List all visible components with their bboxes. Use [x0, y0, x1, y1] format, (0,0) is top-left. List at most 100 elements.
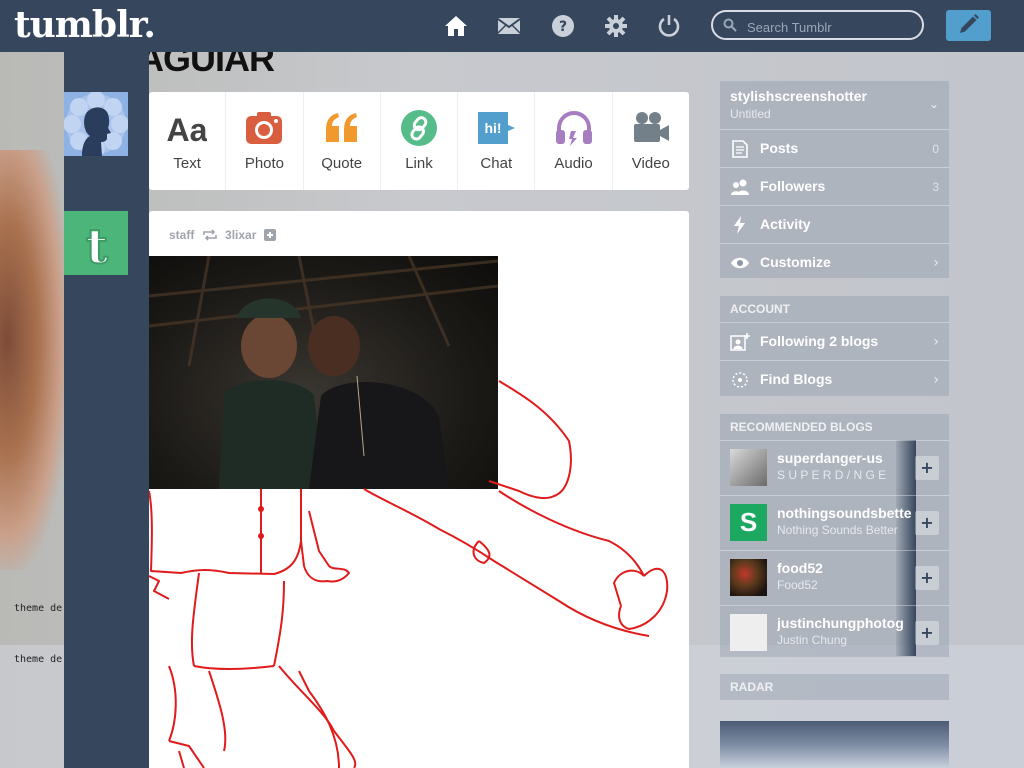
recommended-blog-name[interactable]: nothingsoundsbetter — [777, 505, 912, 521]
account-panel: ACCOUNT Following 2 blogs › Find Blogs › — [720, 296, 949, 396]
following-icon — [730, 333, 750, 351]
follow-plus-button[interactable]: + — [915, 621, 939, 645]
recommended-blog-avatar[interactable] — [730, 449, 767, 486]
radar-post-image[interactable] — [720, 721, 949, 768]
pencil-icon — [960, 14, 979, 33]
camera-icon — [246, 112, 283, 144]
account-section-title: ACCOUNT — [730, 302, 790, 316]
sidebar-item-label: Followers — [760, 178, 826, 194]
sidebar-item-followers[interactable]: Followers 3 — [720, 167, 949, 205]
posts-icon — [732, 140, 748, 158]
radar-panel: RADAR — [720, 674, 949, 700]
sidebar-item-activity[interactable]: Activity — [720, 205, 949, 243]
follow-plus-button[interactable]: + — [915, 566, 939, 590]
recommended-blog-row[interactable]: superdanger-us S U P E R D / N G E + — [720, 440, 949, 495]
post-quote-button[interactable]: Quote — [304, 92, 381, 190]
sidebar-item-find-blogs[interactable]: Find Blogs › — [720, 360, 949, 398]
recommended-blog-name[interactable]: food52 — [777, 560, 912, 576]
blog-info-panel: stylishscreenshotter Untitled ⌄ Posts 0 … — [720, 81, 949, 278]
recommended-blog-subtitle: Justin Chung — [777, 633, 848, 647]
chevron-right-icon: › — [933, 372, 939, 388]
tumblr-logo[interactable]: tumblr. — [14, 4, 156, 46]
recommended-blog-row[interactable]: food52 Food52 + — [720, 550, 949, 605]
post-link-label: Link — [405, 155, 433, 172]
dashboard-post: staff 3lixar — [149, 211, 689, 768]
followers-icon — [731, 179, 749, 195]
home-icon[interactable] — [444, 14, 468, 38]
post-audio-button[interactable]: Audio — [535, 92, 613, 190]
post-text-label: Text — [173, 155, 201, 172]
sidebar-item-following[interactable]: Following 2 blogs › — [720, 322, 949, 360]
post-text-button[interactable]: Aa Text — [149, 92, 227, 190]
svg-text:t: t — [86, 219, 108, 275]
blog-name[interactable]: stylishscreenshotter — [730, 88, 867, 104]
quote-icon — [325, 113, 357, 142]
follow-plus-button[interactable]: + — [915, 456, 939, 480]
sidebar-item-label: Activity — [760, 216, 811, 232]
text-icon: Aa — [167, 112, 207, 148]
radar-section-title: RADAR — [730, 680, 774, 694]
post-video-label: Video — [631, 155, 670, 172]
search-box[interactable] — [711, 10, 924, 40]
compose-post-button[interactable] — [946, 10, 991, 41]
svg-text:hi!: hi! — [485, 120, 502, 136]
followers-count: 3 — [932, 180, 939, 194]
user-avatar[interactable] — [64, 92, 128, 156]
top-navigation-bar: tumblr. ? — [0, 0, 1024, 52]
post-video-button[interactable]: Video — [613, 92, 689, 190]
video-camera-icon — [633, 112, 669, 142]
sidebar-item-label: Find Blogs — [760, 371, 833, 387]
help-icon[interactable]: ? — [551, 14, 575, 38]
search-icon — [723, 18, 737, 32]
default-avatar-icon — [64, 92, 128, 156]
post-audio-label: Audio — [554, 155, 593, 172]
recommended-blogs-panel: RECOMMENDED BLOGS superdanger-us S U P E… — [720, 414, 949, 657]
post-chat-label: Chat — [480, 155, 513, 172]
recommended-blog-name[interactable]: superdanger-us — [777, 450, 912, 466]
post-link-button[interactable]: Link — [381, 92, 459, 190]
headphones-icon — [555, 111, 592, 146]
post-chat-button[interactable]: hi! Chat — [458, 92, 536, 190]
post-type-composer: Aa Text Photo Quote Link hi! Chat Audio … — [149, 92, 689, 190]
tumblr-t-icon: t — [85, 218, 109, 276]
search-input[interactable] — [745, 16, 919, 38]
sidebar-item-customize[interactable]: Customize › — [720, 243, 949, 281]
chevron-down-icon[interactable]: ⌄ — [929, 97, 939, 111]
recommended-blog-subtitle: Food52 — [777, 578, 818, 592]
blog-header[interactable]: stylishscreenshotter Untitled ⌄ — [720, 81, 949, 129]
post-photo-button[interactable]: Photo — [226, 92, 304, 190]
chat-icon: hi! — [478, 112, 516, 144]
recommended-blog-avatar[interactable] — [730, 559, 767, 596]
chevron-right-icon: › — [933, 255, 939, 271]
tumblr-staff-avatar[interactable]: t — [64, 211, 128, 276]
recommended-blog-row[interactable]: justinchungphotog Justin Chung + — [720, 605, 949, 660]
recommended-blog-name[interactable]: justinchungphotog — [777, 615, 912, 631]
sidebar-item-label: Customize — [760, 254, 831, 270]
eye-icon — [731, 257, 749, 269]
svg-text:Aa: Aa — [167, 112, 207, 148]
recommended-blog-avatar[interactable] — [730, 614, 767, 651]
recommended-blog-subtitle: S U P E R D / N G E — [777, 468, 887, 482]
blog-title: Untitled — [730, 107, 771, 121]
theme-credit[interactable]: theme de — [14, 603, 62, 614]
follow-plus-button[interactable]: + — [915, 511, 939, 535]
recommended-blog-avatar[interactable]: S — [730, 504, 767, 541]
recommended-blog-subtitle: Nothing Sounds Better — [777, 523, 898, 537]
find-blogs-icon — [732, 372, 748, 388]
link-icon — [400, 110, 437, 146]
post-quote-label: Quote — [321, 155, 363, 172]
sidebar-item-posts[interactable]: Posts 0 — [720, 129, 949, 167]
power-icon[interactable] — [657, 14, 681, 38]
sidebar-item-label: Following 2 blogs — [760, 333, 879, 349]
theme-credit[interactable]: theme de — [14, 654, 62, 665]
gear-icon[interactable] — [604, 14, 628, 38]
recommended-section-title: RECOMMENDED BLOGS — [730, 420, 873, 434]
background-face-art — [0, 150, 70, 570]
post-photo-label: Photo — [244, 155, 285, 172]
recommended-blog-row[interactable]: S nothingsoundsbetter Nothing Sounds Bet… — [720, 495, 949, 550]
sidebar-item-label: Posts — [760, 140, 799, 156]
mail-icon[interactable] — [497, 14, 521, 38]
svg-text:?: ? — [559, 19, 567, 35]
activity-icon — [734, 216, 745, 234]
chevron-right-icon: › — [933, 334, 939, 350]
